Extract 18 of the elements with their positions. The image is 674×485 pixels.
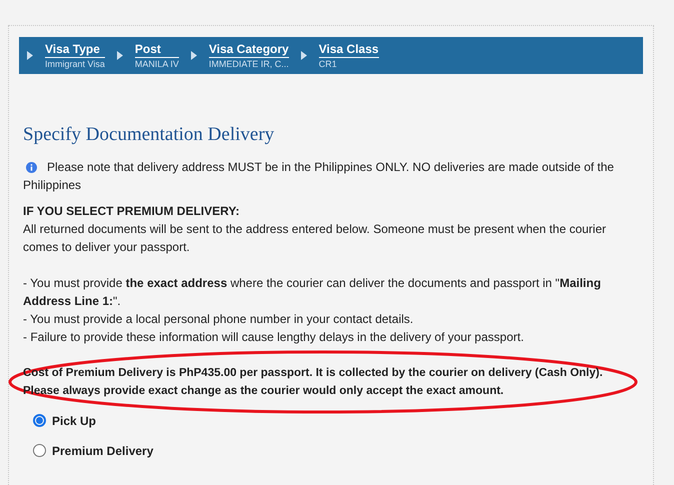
premium-title: IF YOU SELECT PREMIUM DELIVERY:	[23, 202, 240, 220]
step-title[interactable]: Post	[134, 42, 179, 58]
cost-notice-text: Please always provide exact change as the courier would only accept the exact amount.	[23, 384, 505, 398]
step-title[interactable]: Visa Type	[45, 42, 105, 58]
step-value: Immigrant Visa	[45, 58, 105, 70]
requirement-text: - You must provide a local personal phone number in your contact details.	[23, 310, 414, 328]
delivery-option[interactable]: Premium Delivery	[33, 442, 639, 460]
requirement-text: - Failure to provide these information will cause lengthy delays in the delivery of your passport.	[23, 328, 525, 346]
notice-text: Please note that delivery address MUST be in the Philippines ONLY. NO deliveries are made outside of the Philippines	[23, 158, 615, 194]
step-value: MANILA IV	[134, 58, 179, 70]
delivery-option[interactable]: Pick Up	[33, 412, 639, 430]
premium-text: All returned documents will be sent to the address entered below. Someone must be present when the courier comes to deliver your passport.	[23, 220, 608, 256]
step-title[interactable]: Visa Category	[208, 42, 289, 58]
step-value: IMMEDIATE IR, C...	[208, 58, 289, 70]
step-title[interactable]: Visa Class	[318, 42, 379, 58]
requirement-text: - You must provide the exact address where the courier can deliver the documents and passport in "Mailing Address Line 1:".	[23, 274, 602, 310]
page-heading: Specify Documentation Delivery	[23, 123, 276, 147]
step-value: CR1	[318, 58, 338, 70]
